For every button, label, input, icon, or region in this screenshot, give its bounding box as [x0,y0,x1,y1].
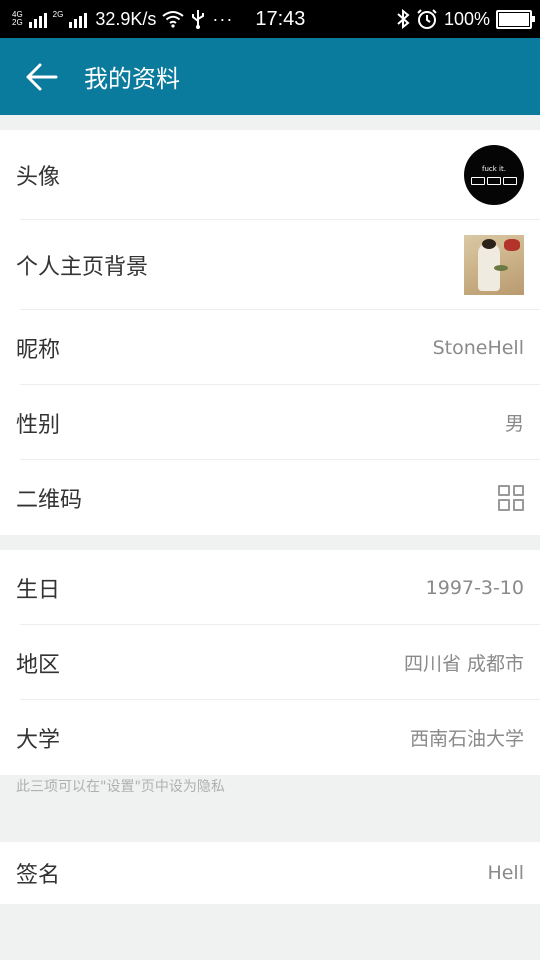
network-type-2: 2G [53,11,64,27]
arrow-left-icon [26,63,58,90]
birthday-value: 1997-3-10 [425,576,524,599]
network-speed: 32.9K/s [95,8,157,29]
battery-fill [499,12,529,26]
avatar-row[interactable]: 头像 fuck it. [0,130,540,220]
more-notifications: ··· [212,8,234,29]
avatar-label: 头像 [16,165,61,190]
battery-icon [496,9,535,29]
background-thumbnail [464,235,524,295]
signal-icon [28,10,47,28]
status-bar: 4G 2G 2G 32.9K/s ··· 17:43 100% [0,0,540,38]
clock: 17:43 [255,7,306,30]
page-title: 我的资料 [84,65,180,93]
bluetooth-icon [397,9,410,29]
alarm-icon [417,9,437,29]
nickname-row[interactable]: 昵称 StoneHell [0,310,540,385]
avatar: fuck it. [464,145,524,205]
university-value: 西南石油大学 [409,728,524,750]
nickname-label: 昵称 [16,337,61,363]
region-label: 地区 [16,652,61,678]
usb-icon [192,10,205,29]
gender-row[interactable]: 性别 男 [0,385,540,460]
battery-percent: 100% [443,8,490,29]
signal-icon-2 [69,10,88,28]
qrcode-label: 二维码 [16,487,83,513]
signature-section: 签名 Hell [0,842,540,904]
university-label: 大学 [16,727,61,753]
signature-row[interactable]: 签名 Hell [0,842,540,904]
network-type-bottom: 2G [12,18,23,27]
network-type: 4G 2G [12,11,23,27]
region-row[interactable]: 地区 四川省 成都市 [0,625,540,700]
birthday-row[interactable]: 生日 1997-3-10 [0,550,540,625]
gender-label: 性别 [16,412,61,438]
region-value: 四川省 成都市 [403,653,524,675]
qrcode-icon [498,484,524,511]
background-row[interactable]: 个人主页背景 [0,220,540,310]
signature-value: Hell [487,862,524,884]
gender-value: 男 [504,413,524,435]
privacy-hint: 此三项可以在"设置"页中设为隐私 [16,779,225,795]
qrcode-row[interactable]: 二维码 [0,460,540,535]
signature-label: 签名 [16,863,61,888]
app-bar: 我的资料 [0,38,540,115]
avatar-keys-graphic [471,177,517,185]
avatar-text: fuck it. [482,165,506,173]
university-row[interactable]: 大学 西南石油大学 [0,700,540,775]
background-label: 个人主页背景 [16,255,149,280]
back-button[interactable] [12,38,72,115]
wifi-icon [162,11,185,28]
profile-section: 头像 fuck it. 个人主页背景 昵称 StoneHell 性别 男 二维码 [0,130,540,535]
birthday-label: 生日 [16,577,61,603]
details-section: 生日 1997-3-10 地区 四川省 成都市 大学 西南石油大学 [0,550,540,775]
nickname-value: StoneHell [432,336,524,359]
